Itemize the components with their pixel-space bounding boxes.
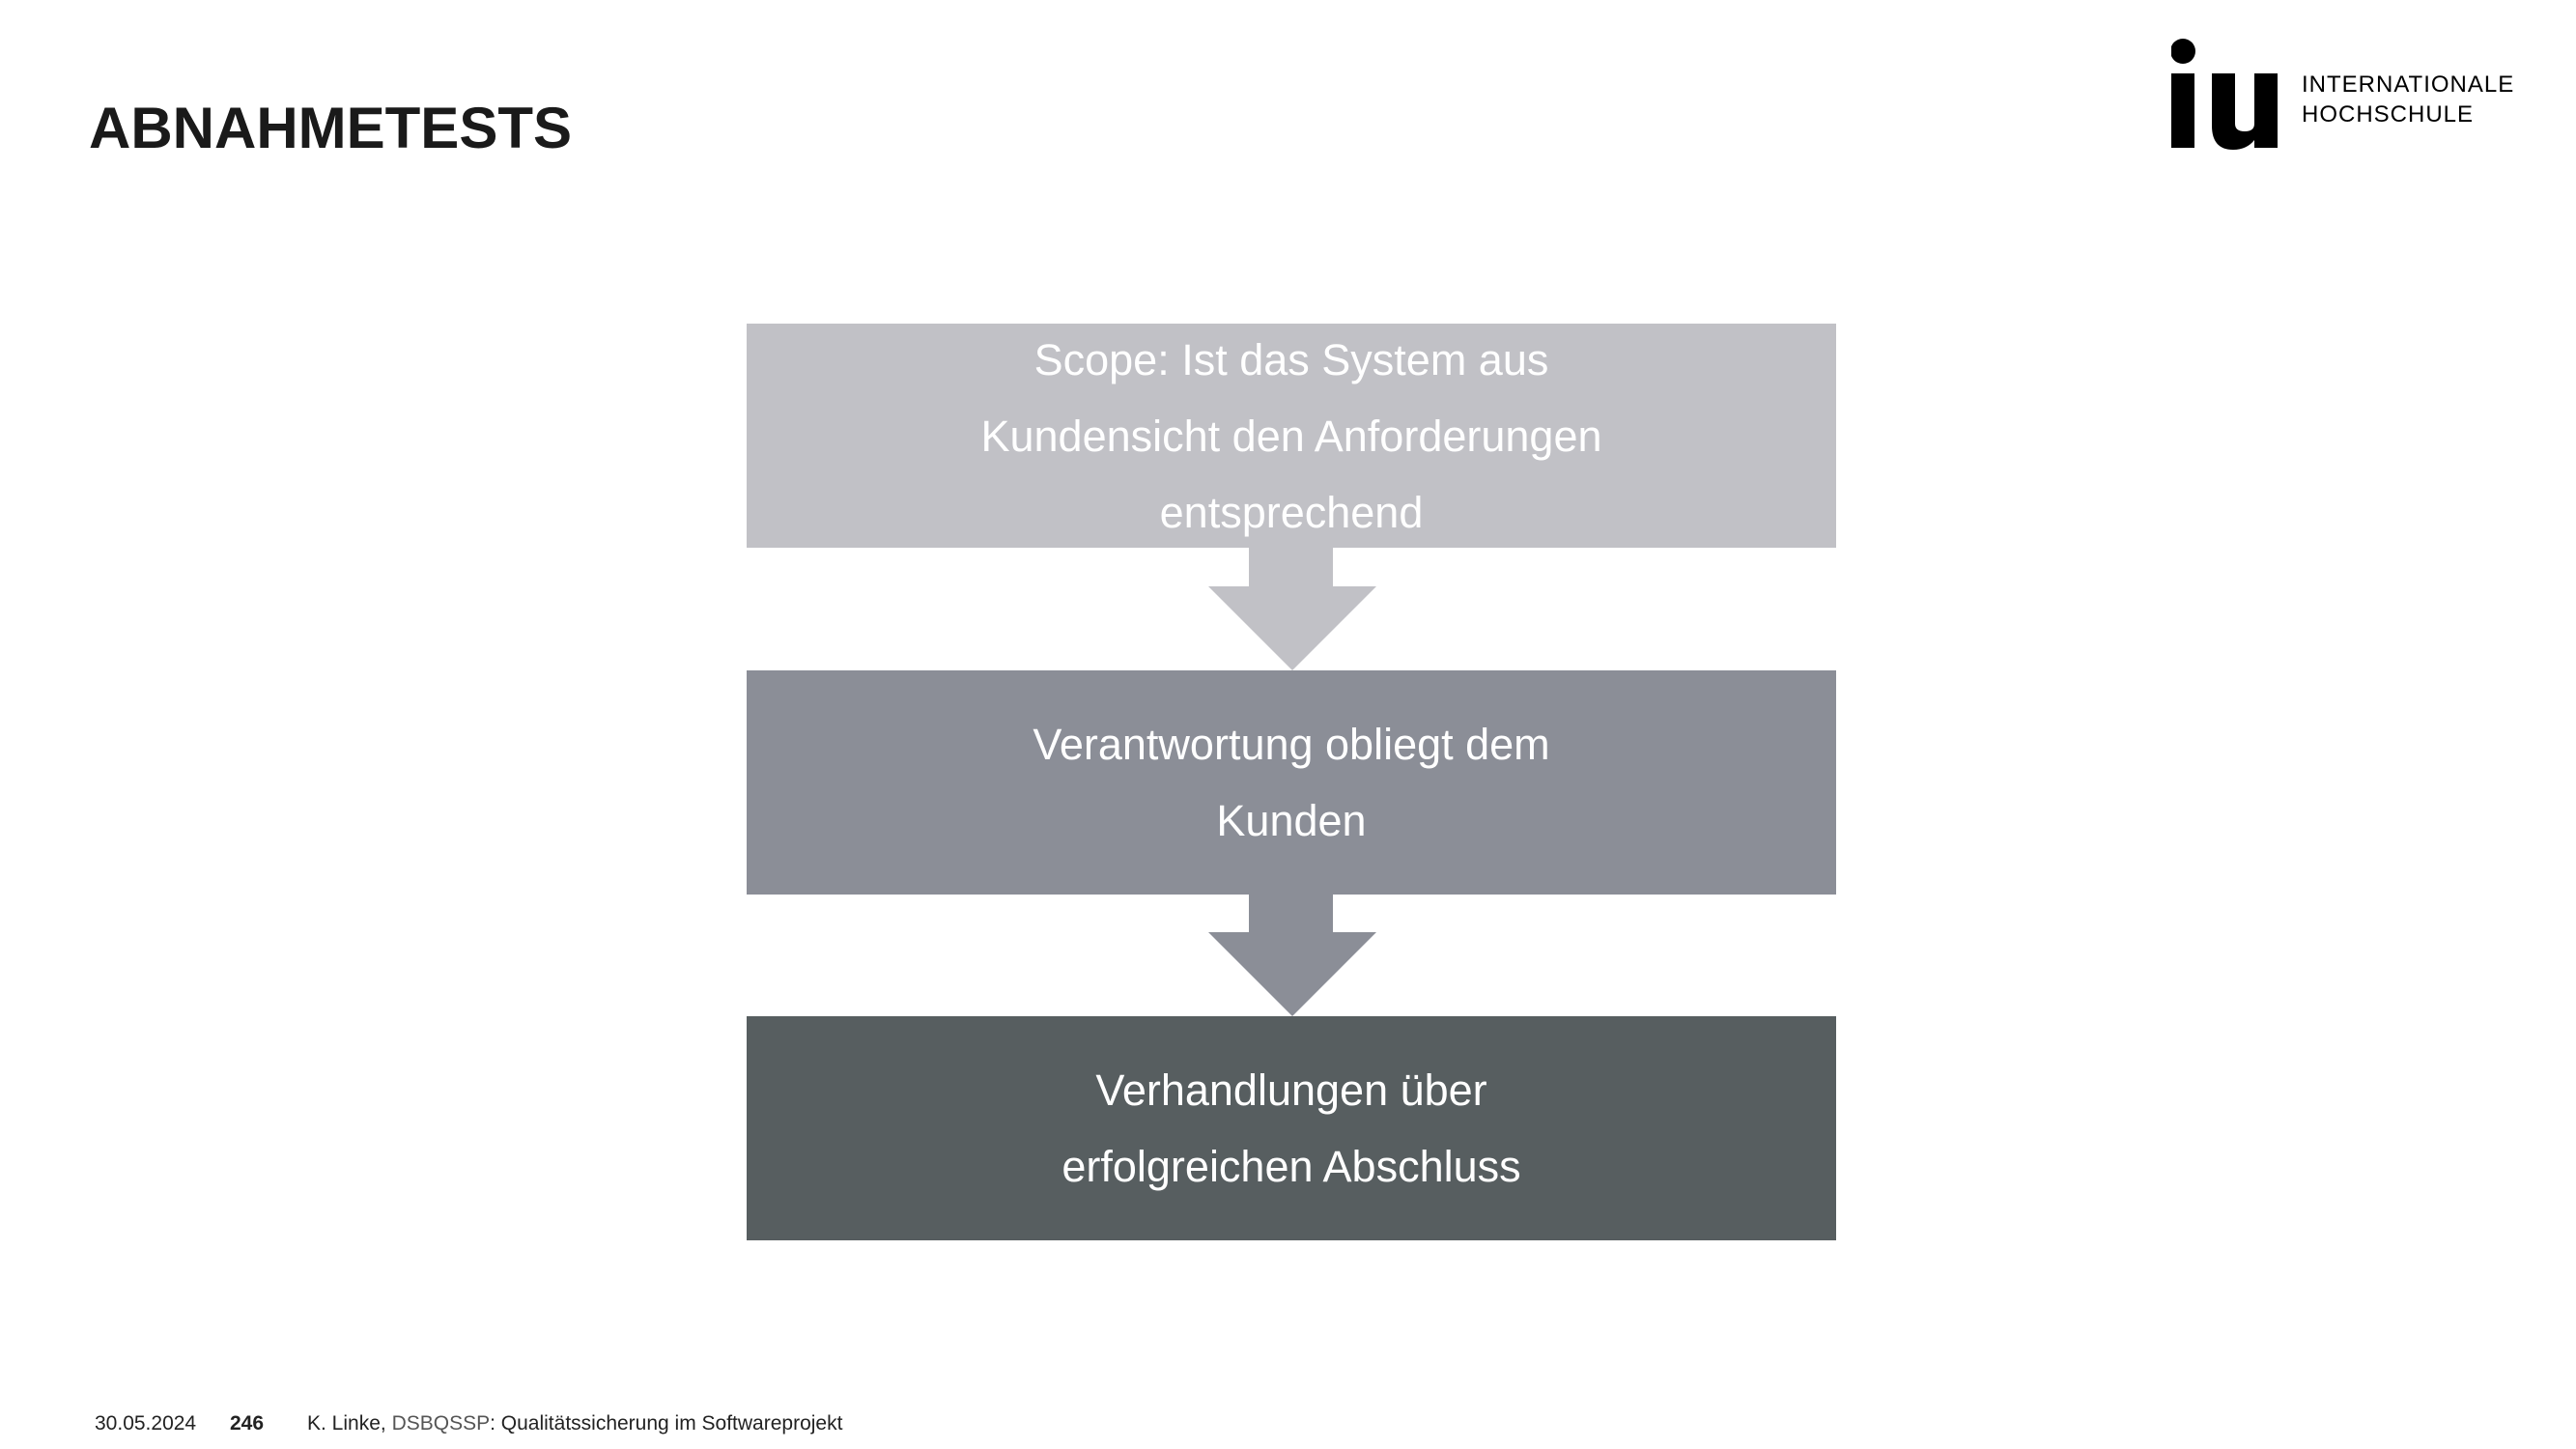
step-text: Verantwortung obliegt dem Kunden [1033,720,1550,845]
footer-page-number: 246 [230,1412,265,1435]
footer-course-title: : Qualitätssicherung im Softwareprojekt [490,1412,843,1435]
down-arrow-icon [1208,548,1376,670]
logo-line1: INTERNATIONALE [2302,71,2515,98]
flow-step-negotiation: Verhandlungen über erfolgreichen Abschlu… [747,1016,1836,1240]
step-text: Scope: Ist das System aus Kundensicht de… [980,334,1602,537]
footer-course: K. Linke, DSBQSSP: Qualitätssicherung im… [307,1412,842,1435]
footer-date: 30.05.2024 [95,1412,197,1435]
footer-author: K. Linke, [307,1412,392,1435]
step-text: Verhandlungen über erfolgreichen Abschlu… [1062,1065,1521,1191]
down-arrow-icon [1208,894,1376,1016]
flow-step-responsibility: Verantwortung obliegt dem Kunden [747,670,1836,895]
logo-line2: HOCHSCHULE [2302,101,2475,128]
flow-step-scope: Scope: Ist das System aus Kundensicht de… [747,324,1836,548]
logo-text: INTERNATIONALE HOCHSCHULE [2302,70,2514,129]
footer-course-code: DSBQSSP [391,1412,491,1435]
page-title: ABNAHMETESTS [89,96,573,160]
